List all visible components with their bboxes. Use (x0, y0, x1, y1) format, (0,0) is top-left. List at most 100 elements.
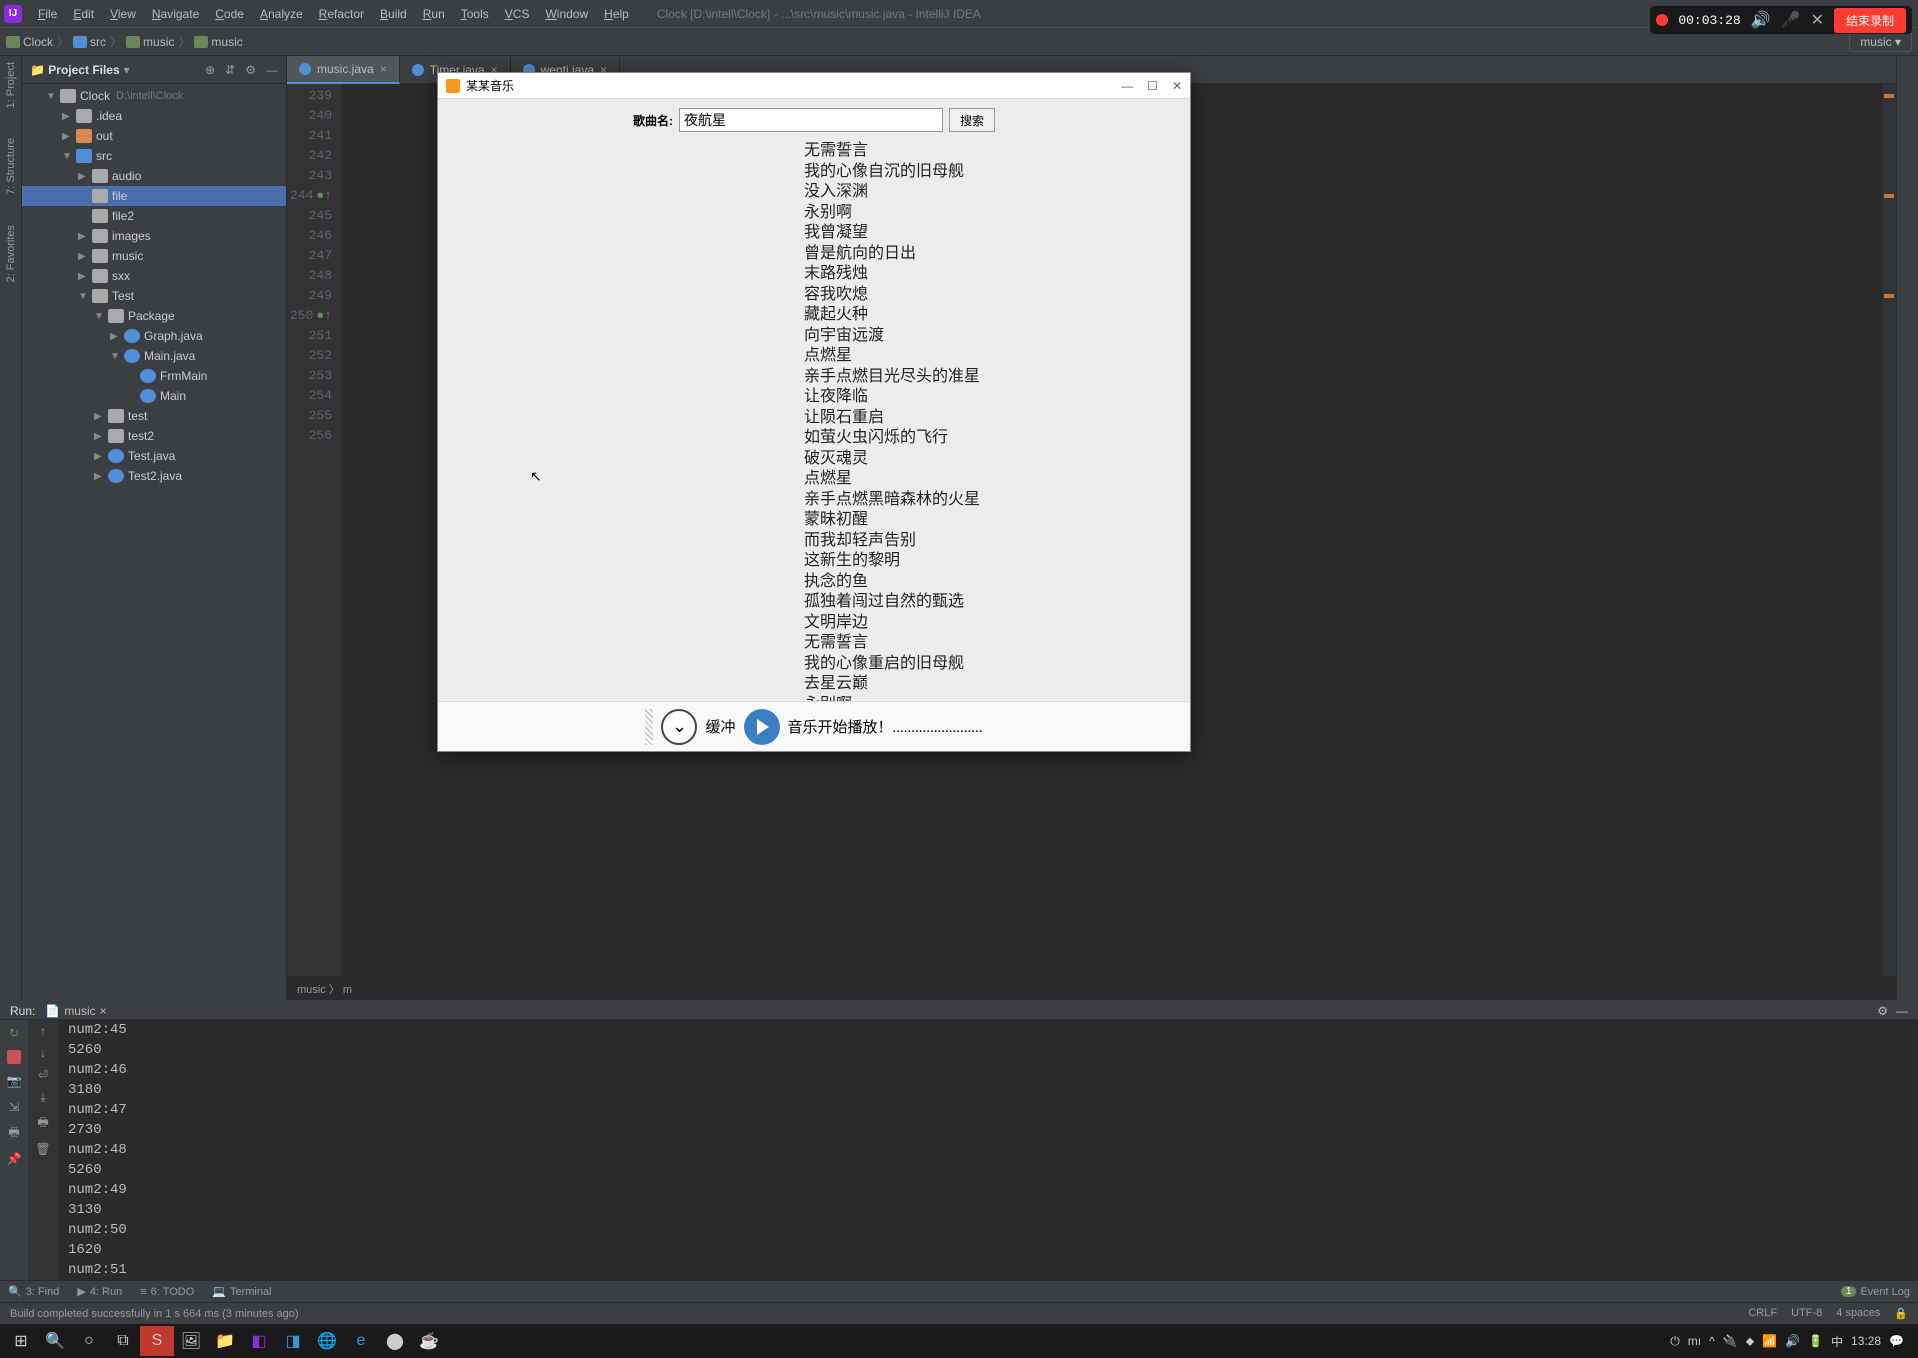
menu-vcs[interactable]: VCS (497, 7, 538, 21)
wrap-icon[interactable]: ⏎ (38, 1068, 48, 1082)
tray-icon[interactable]: 🔌 (1723, 1334, 1738, 1348)
menu-refactor[interactable]: Refactor (311, 7, 372, 21)
tree-FrmMain[interactable]: FrmMain (22, 366, 286, 386)
notifications-icon[interactable]: 💬 (1889, 1334, 1904, 1348)
app-icon[interactable]: 🖼 (174, 1326, 208, 1356)
favorites-tool-tab[interactable]: 2: Favorites (5, 225, 17, 282)
menu-file[interactable]: File (30, 7, 65, 21)
start-button[interactable]: ⊞ (4, 1326, 38, 1356)
close-button[interactable]: ✕ (1172, 79, 1182, 93)
volume-icon[interactable]: 🔊 (1785, 1334, 1800, 1348)
wifi-icon[interactable]: 📶 (1762, 1334, 1777, 1348)
battery-icon[interactable]: 🔋 (1808, 1334, 1823, 1348)
ime-indicator[interactable]: 中 (1831, 1333, 1843, 1350)
app-icon[interactable]: ◧ (242, 1326, 276, 1356)
tree-Test[interactable]: ▼Test (22, 286, 286, 306)
tree-test[interactable]: ▶test (22, 406, 286, 426)
tray-icon[interactable]: ⬥ (1746, 1334, 1754, 1349)
gear-icon[interactable]: ⚙ (245, 63, 256, 77)
tree-Clock[interactable]: ▼ClockD:\intell\Clock (22, 86, 286, 106)
tree-Main[interactable]: Main (22, 386, 286, 406)
menu-navigate[interactable]: Navigate (144, 7, 207, 21)
crumb-music[interactable]: music (194, 35, 242, 49)
menu-analyze[interactable]: Analyze (252, 7, 311, 21)
tree-src[interactable]: ▼src (22, 146, 286, 166)
camera-icon[interactable]: 📷 (5, 1072, 23, 1090)
project-panel-title[interactable]: Project Files (48, 63, 119, 77)
chrome-icon[interactable]: 🌐 (310, 1326, 344, 1356)
lock-icon[interactable]: 🔒 (1894, 1307, 1908, 1320)
target-icon[interactable]: ⊕ (205, 63, 215, 77)
trash-icon[interactable]: 🗑 (35, 1142, 50, 1156)
dialog-titlebar[interactable]: 某某音乐 — ☐ ✕ (438, 73, 1190, 99)
menu-run[interactable]: Run (415, 7, 453, 21)
tree-Test.java[interactable]: ▶Test.java (22, 446, 286, 466)
todo-tool[interactable]: ≡ 6: TODO (140, 1286, 194, 1298)
drag-handle[interactable] (645, 709, 653, 745)
tree-audio[interactable]: ▶audio (22, 166, 286, 186)
run-console[interactable]: num2:455260num2:463180num2:472730num2:48… (58, 1020, 1918, 1280)
menu-build[interactable]: Build (372, 7, 415, 21)
tray-icon[interactable]: mı (1688, 1334, 1701, 1348)
event-log-tool[interactable]: 1 Event Log (1841, 1286, 1910, 1298)
task-view-button[interactable]: ⧉ (106, 1326, 140, 1356)
terminal-tool[interactable]: 💻 Terminal (212, 1285, 271, 1298)
dropdown-button[interactable]: ⌄ (661, 709, 697, 745)
encoding[interactable]: UTF-8 (1791, 1307, 1822, 1320)
cortana-button[interactable]: ○ (72, 1326, 106, 1356)
hide-icon[interactable]: — (1896, 1004, 1908, 1018)
pin-icon[interactable]: 📌 (5, 1150, 23, 1168)
menu-code[interactable]: Code (207, 7, 252, 21)
tree-Package[interactable]: ▼Package (22, 306, 286, 326)
edge-icon[interactable]: e (344, 1326, 378, 1356)
indent[interactable]: 4 spaces (1836, 1307, 1880, 1320)
scroll-icon[interactable]: ⤓ (40, 1090, 45, 1105)
menu-window[interactable]: Window (537, 7, 596, 21)
menu-edit[interactable]: Edit (65, 7, 102, 21)
clock-time[interactable]: 13:28 (1851, 1334, 1881, 1348)
chevron-up-icon[interactable]: ^ (1709, 1334, 1715, 1348)
tree-music[interactable]: ▶music (22, 246, 286, 266)
gear-icon[interactable]: ⚙ (1877, 1004, 1888, 1018)
menu-tools[interactable]: Tools (453, 7, 497, 21)
tray-icon[interactable]: ⏻ (1670, 1334, 1680, 1349)
tree-out[interactable]: ▶out (22, 126, 286, 146)
app-icon[interactable]: ⬤ (378, 1326, 412, 1356)
tree-sxx[interactable]: ▶sxx (22, 266, 286, 286)
tree-Graph.java[interactable]: ▶Graph.java (22, 326, 286, 346)
stop-button[interactable] (7, 1050, 21, 1064)
app-icon[interactable]: ◨ (276, 1326, 310, 1356)
layout-icon[interactable]: ⇲ (5, 1098, 23, 1116)
print-icon[interactable]: 🖶 (37, 1113, 48, 1134)
minimize-button[interactable]: — (1121, 79, 1133, 93)
maximize-button[interactable]: ☐ (1147, 79, 1158, 93)
mic-muted-icon[interactable]: 🎤 (1781, 10, 1801, 30)
play-button[interactable] (744, 709, 780, 745)
tree-Main.java[interactable]: ▼Main.java (22, 346, 286, 366)
tree-Test2.java[interactable]: ▶Test2.java (22, 466, 286, 486)
down-icon[interactable]: ↓ (40, 1046, 46, 1060)
crumb-src[interactable]: src (73, 35, 106, 49)
close-icon[interactable]: ✕ (1811, 10, 1824, 30)
structure-tool-tab[interactable]: 7: Structure (5, 138, 17, 195)
project-tool-tab[interactable]: 1: Project (5, 62, 17, 108)
rerun-button[interactable]: ↻ (5, 1024, 23, 1042)
explorer-icon[interactable]: 📁 (208, 1326, 242, 1356)
crumb-Clock[interactable]: Clock (6, 35, 53, 49)
hide-icon[interactable]: — (266, 63, 278, 77)
tree-file[interactable]: file (22, 186, 286, 206)
tree-file2[interactable]: file2 (22, 206, 286, 226)
tab-music.java[interactable]: music.java× (287, 56, 400, 84)
app-icon[interactable]: S (140, 1326, 174, 1356)
search-button[interactable]: 🔍 (38, 1326, 72, 1356)
search-button[interactable]: 搜索 (949, 108, 995, 132)
line-ending[interactable]: CRLF (1748, 1307, 1777, 1320)
volume-icon[interactable]: 🔊 (1751, 10, 1771, 30)
tree-test2[interactable]: ▶test2 (22, 426, 286, 446)
run-tool[interactable]: ▶ 4: Run (77, 1285, 122, 1298)
tree-images[interactable]: ▶images (22, 226, 286, 246)
run-config-dropdown[interactable]: music ▾ (1849, 32, 1912, 52)
run-config-label[interactable]: 📄 music × (45, 1004, 106, 1018)
up-icon[interactable]: ↑ (40, 1024, 46, 1038)
song-name-input[interactable] (679, 108, 943, 132)
